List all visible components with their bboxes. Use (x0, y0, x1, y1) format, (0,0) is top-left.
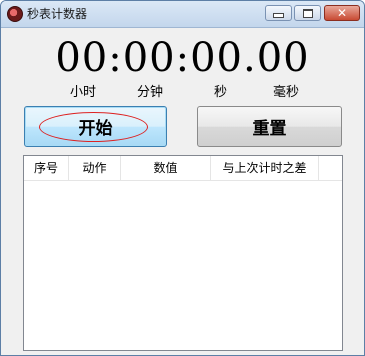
maximize-button[interactable] (294, 5, 321, 21)
unit-minutes-label: 分钟 (137, 85, 164, 100)
column-header-value[interactable]: 数值 (121, 156, 211, 180)
column-header-filler (319, 156, 342, 180)
close-button[interactable]: ✕ (324, 5, 360, 21)
column-header-difference[interactable]: 与上次计时之差 (211, 156, 319, 180)
list-header: 序号 动作 数值 与上次计时之差 (24, 156, 342, 181)
maximize-icon (295, 6, 320, 20)
column-header-action[interactable]: 动作 (69, 156, 121, 180)
timer-display: 00:00:00.00 (55, 35, 310, 81)
title-bar[interactable]: 秒表计数器 ✕ (1, 1, 364, 28)
window-title: 秒表计数器 (27, 7, 88, 21)
column-header-index[interactable]: 序号 (24, 156, 69, 180)
unit-seconds-label: 秒 (214, 85, 228, 100)
minimize-icon (266, 6, 291, 20)
close-icon: ✕ (336, 6, 348, 20)
minimize-button[interactable] (265, 5, 292, 21)
reset-button[interactable]: 重置 (197, 106, 342, 147)
unit-milliseconds-label: 毫秒 (273, 85, 300, 100)
start-button[interactable]: 开始 (24, 106, 167, 147)
lap-list[interactable]: 序号 动作 数值 与上次计时之差 (23, 155, 343, 351)
stopwatch-icon (7, 6, 23, 22)
main-panel: 00:00:00.00 小时 分钟 秒 毫秒 开始 重置 序号 动作 数值 与上… (1, 28, 364, 355)
unit-hours-label: 小时 (70, 85, 97, 100)
app-window: 秒表计数器 ✕ 00:00:00.00 小时 分钟 秒 毫秒 开始 重置 序号 … (0, 0, 365, 356)
